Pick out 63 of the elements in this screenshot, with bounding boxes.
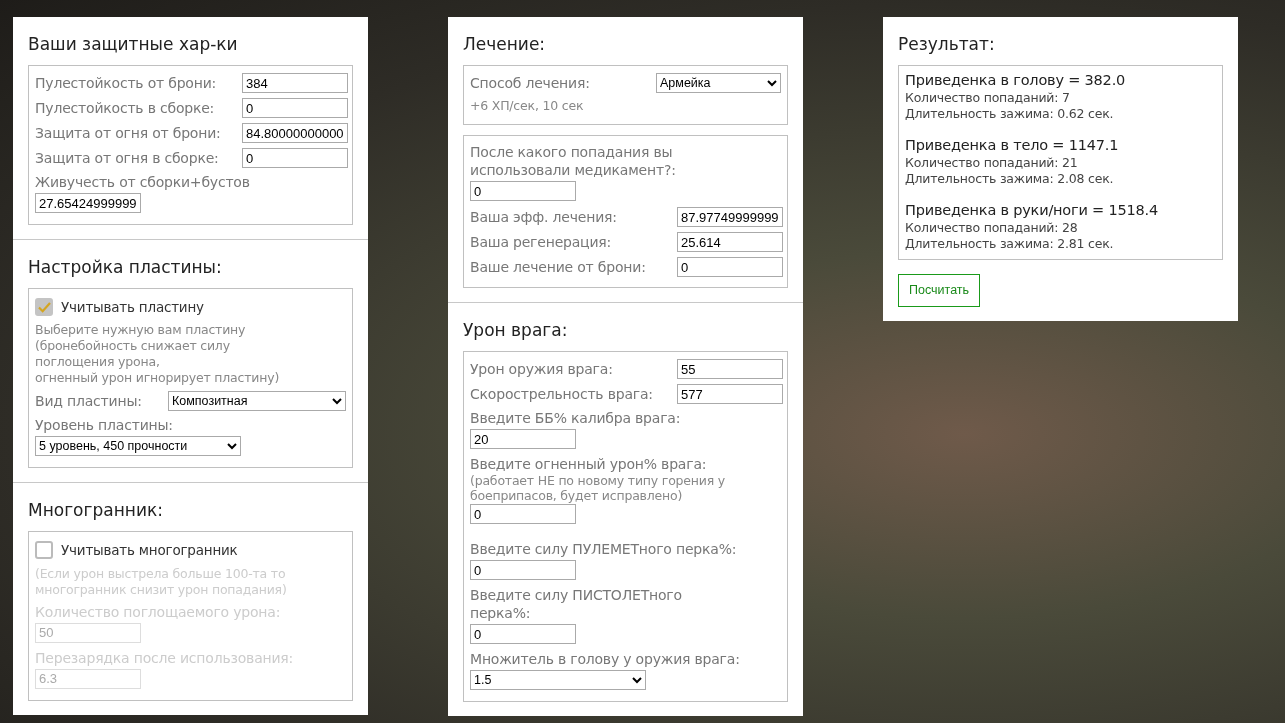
section-title: Лечение: xyxy=(463,33,547,56)
dropdown[interactable]: Армейка xyxy=(656,73,781,93)
field-label: Введите силу ПУЛЕМЕТного перка%: xyxy=(470,540,738,558)
input-field[interactable]: 20 xyxy=(470,429,576,449)
input-field[interactable]: 55 xyxy=(677,359,783,379)
section-title: Настройка пластины: xyxy=(28,256,223,279)
field-label: Ваша регенерация: xyxy=(470,233,613,251)
field-label: Введите огненный урон% врага: (работает НЕ по новому типу горения у боеприпасов, будет исправлено) xyxy=(470,455,726,503)
result-heading: Приведенка в голову = 382.0 xyxy=(905,71,1127,90)
result-text: Количество попаданий: 21 xyxy=(905,155,1079,171)
caret-icon xyxy=(767,79,777,87)
checkbox[interactable] xyxy=(35,541,53,560)
checkbox-label: Учитывать многогранник xyxy=(61,541,238,561)
section-title: Многогранник: xyxy=(28,499,164,523)
dropdown[interactable]: 5 уровень, 450 прочности xyxy=(35,436,241,457)
result-text: Длительность зажима: 2.08 сек. xyxy=(905,171,1115,187)
input-field[interactable]: 0 xyxy=(242,98,348,118)
field-label: После какого попадания вы использовали медикамент?: xyxy=(470,143,677,179)
input-field[interactable]: 0 xyxy=(470,504,576,524)
checkbox-label: Учитывать пластину xyxy=(61,298,204,317)
hint-text: Выберите нужную вам пластину (бронебойность снижает силу поглощения урона, огненный урон игнорирует пластину) xyxy=(35,322,281,387)
field-label: Введите ББ% калибра врага: xyxy=(470,409,682,427)
input-field[interactable]: 0 xyxy=(470,181,576,201)
result-text: Длительность зажима: 0.62 сек. xyxy=(905,106,1115,122)
field-label: Уровень пластины: xyxy=(35,416,174,435)
field-label: Пулестойкость от брони: xyxy=(35,74,218,92)
result-text: Количество попаданий: 7 xyxy=(905,90,1071,106)
field-label: Ваше лечение от брони: xyxy=(470,258,647,276)
input-field[interactable]: 0 xyxy=(470,624,576,644)
hint-text: +6 ХП/сек, 10 сек xyxy=(470,98,585,114)
input-field[interactable]: 0 xyxy=(242,148,348,168)
field-label: Ваша эфф. лечения: xyxy=(470,208,618,226)
section-title: Урон врага: xyxy=(463,319,569,342)
input-field[interactable]: 25.614 xyxy=(677,232,783,252)
input-field[interactable]: 0 xyxy=(677,257,783,277)
result-text: Количество попаданий: 28 xyxy=(905,220,1079,236)
result-heading: Приведенка в тело = 1147.1 xyxy=(905,136,1120,155)
section-title: Ваши защитные хар-ки xyxy=(28,33,239,56)
field-label: Скорострельность врага: xyxy=(470,385,654,403)
section-title: Результат: xyxy=(898,33,996,56)
field-label: Множитель в голову у оружия врага: xyxy=(470,650,740,668)
input-field[interactable]: 27.65424999999 xyxy=(35,193,141,213)
input-field[interactable]: 84.80000000000 xyxy=(242,123,348,143)
result-heading: Приведенка в руки/ноги = 1518.4 xyxy=(905,201,1159,220)
field-label: Защита от огня от брони: xyxy=(35,124,222,142)
input-field[interactable]: 0 xyxy=(470,560,576,580)
dropdown[interactable]: 1.5 xyxy=(470,670,646,690)
dropdown[interactable]: Композитная xyxy=(168,391,346,412)
field-label: Вид пластины: xyxy=(35,392,142,411)
input-field[interactable]: 384 xyxy=(242,73,348,93)
caret-icon xyxy=(332,397,342,405)
caret-icon xyxy=(227,442,237,450)
input-field[interactable]: 577 xyxy=(677,384,783,404)
result-text: Длительность зажима: 2.81 сек. xyxy=(905,236,1115,252)
field-label: Введите силу ПИСТОЛЕТного перка%: xyxy=(470,586,683,622)
field-label: Живучесть от сборки+бустов xyxy=(35,173,251,191)
field-label: Пулестойкость в сборке: xyxy=(35,99,216,117)
calculate-button[interactable]: Посчитать xyxy=(898,274,981,307)
caret-icon xyxy=(632,676,642,684)
field-label: Урон оружия врага: xyxy=(470,360,614,378)
field-label: Способ лечения: xyxy=(470,74,590,92)
field-label: Защита от огня в сборке: xyxy=(35,149,220,167)
input-field[interactable]: 87.97749999999 xyxy=(677,207,783,227)
